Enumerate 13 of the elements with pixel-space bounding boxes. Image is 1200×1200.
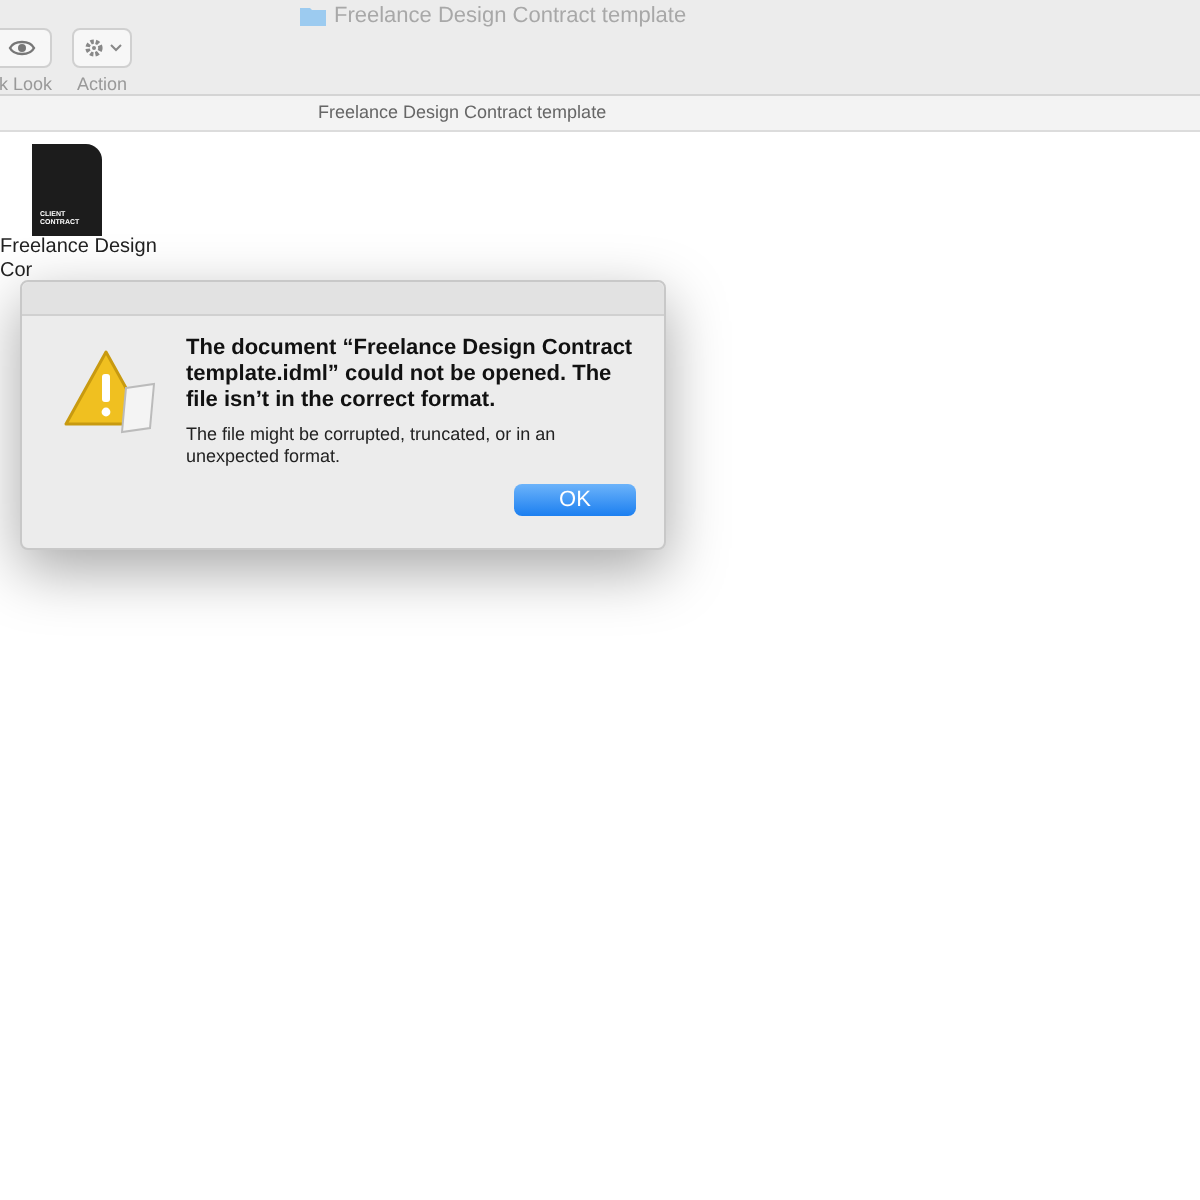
eye-icon bbox=[8, 38, 36, 58]
folder-icon bbox=[300, 6, 326, 27]
alert-message: The document “Freelance Design Contract template.idml” could not be opened. The file isn’t in the correct format. bbox=[186, 336, 635, 414]
window-title: Freelance Design Contract template bbox=[334, 2, 687, 32]
path-title: Freelance Design Contract template bbox=[318, 99, 607, 126]
toolbar-label: k Look bbox=[0, 72, 52, 98]
toolbar-label: Action bbox=[76, 72, 127, 98]
gear-icon bbox=[82, 36, 122, 60]
toolbar-button[interactable] bbox=[0, 28, 52, 68]
file-label: Freelance Design bbox=[0, 236, 157, 260]
alert-informative-text: The file might be corrupted, truncated, or in an unexpected format. bbox=[186, 424, 558, 468]
toolbar-button[interactable] bbox=[72, 28, 132, 68]
file-label: Cor bbox=[0, 260, 33, 284]
